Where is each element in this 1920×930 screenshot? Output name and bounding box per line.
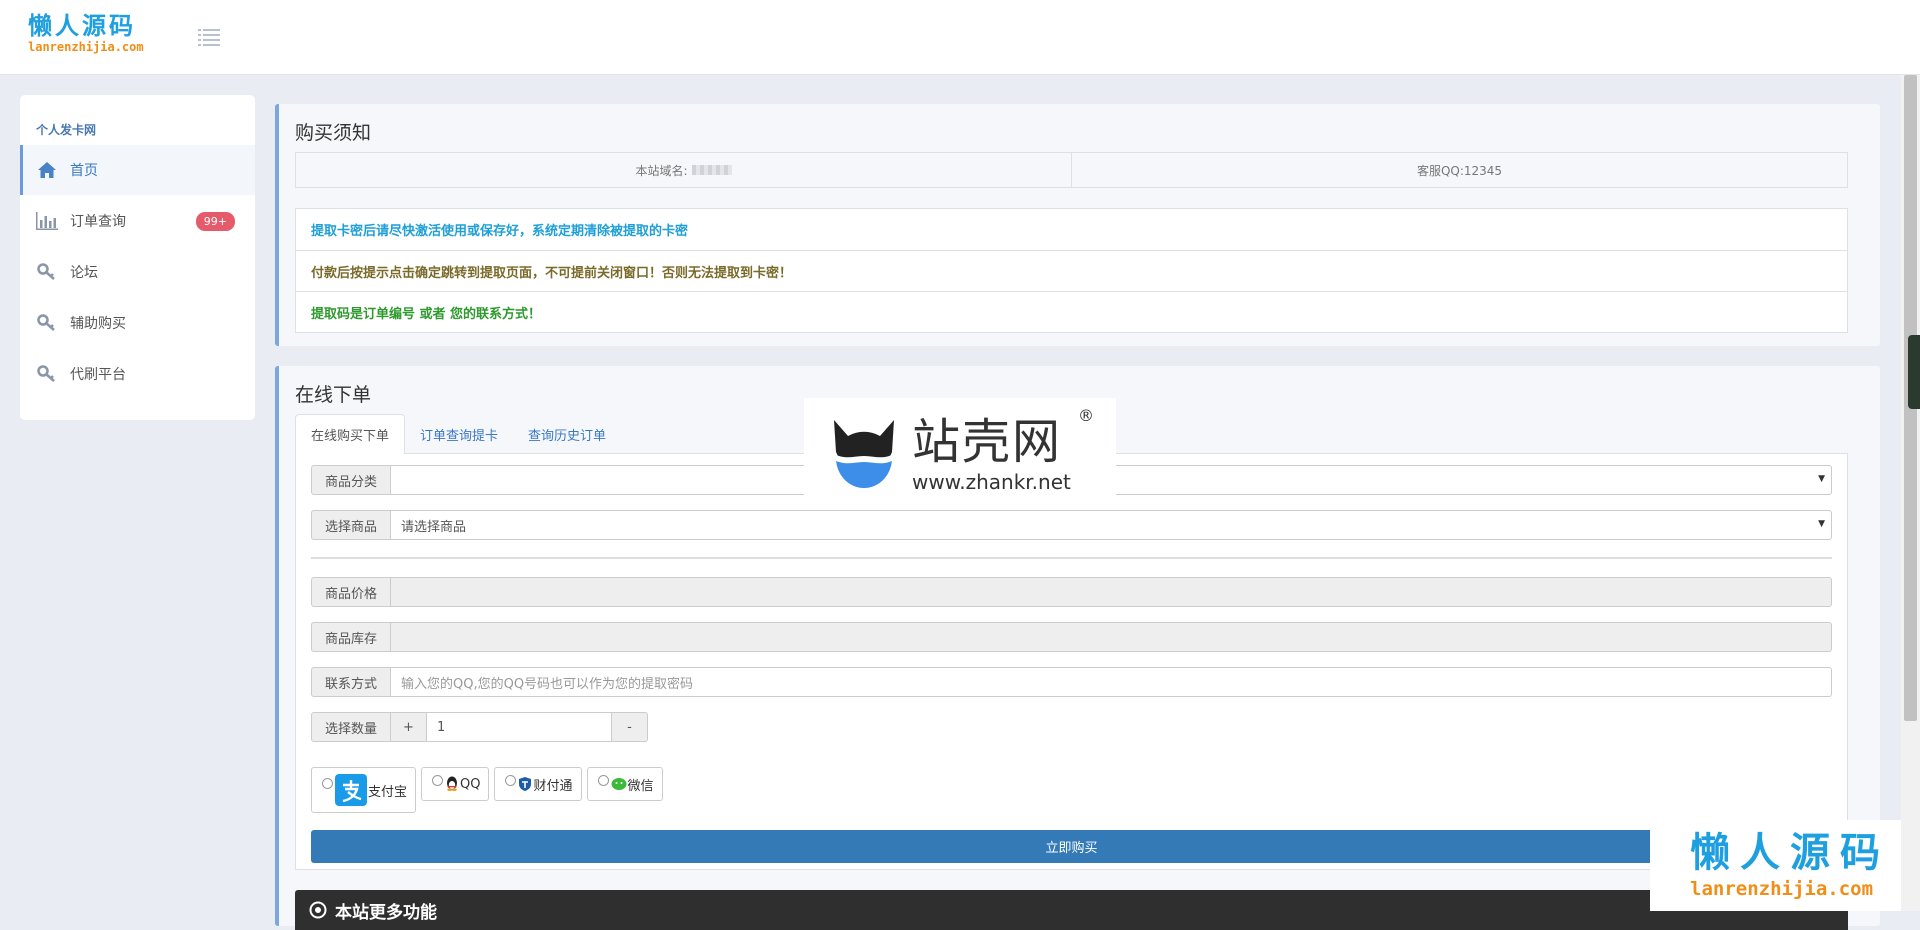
logo-text-en: lanrenzhijia.com — [28, 40, 144, 54]
watermark-cn: 站壳网 — [912, 414, 1063, 470]
alipay-icon — [335, 774, 367, 806]
list-icon[interactable] — [198, 27, 220, 47]
sidebar-item-forum[interactable]: 论坛 — [20, 247, 255, 297]
pay-option-tenpay[interactable]: 财付通 — [494, 767, 582, 801]
more-features-label: 本站更多功能 — [335, 902, 437, 923]
quantity-plus-button[interactable]: + — [391, 712, 427, 742]
pay-option-wechat[interactable]: 微信 — [586, 767, 663, 801]
notice-list: 提取卡密后请尽快激活使用或保存好，系统定期清除被提取的卡密 付款后按提示点击确定… — [295, 208, 1848, 333]
product-value: 请选择商品 — [401, 519, 467, 535]
tab-online-buy[interactable]: 在线购买下单 — [295, 414, 406, 455]
floating-side-widget[interactable] — [1908, 335, 1920, 409]
stock-label: 商品库存 — [311, 622, 391, 652]
site-domain-label: 本站域名: — [635, 163, 688, 178]
tenpay-shield-icon — [518, 776, 532, 792]
product-select[interactable]: 请选择商品 ▼ — [391, 510, 1832, 540]
sidebar-item-label: 首页 — [70, 163, 98, 179]
tab-history-orders[interactable]: 查询历史订单 — [513, 414, 621, 454]
tab-order-query[interactable]: 订单查询提卡 — [405, 414, 513, 454]
radio-button[interactable] — [322, 778, 333, 789]
sidebar-item-home[interactable]: 首页 — [20, 145, 255, 195]
stock-field — [391, 622, 1832, 652]
order-title: 在线下单 — [295, 384, 372, 406]
notice-line: 提取卡密后请尽快激活使用或保存好，系统定期清除被提取的卡密 — [311, 224, 689, 239]
cat-logo-icon — [826, 414, 902, 498]
contact-input[interactable]: 输入您的QQ,您的QQ号码也可以作为您的提取密码 — [391, 667, 1832, 697]
pay-label: 财付通 — [533, 778, 573, 794]
quantity-input[interactable]: 1 — [427, 712, 612, 742]
bar-chart-icon — [36, 210, 58, 232]
radio-button[interactable] — [597, 775, 609, 786]
pay-label: 支付宝 — [368, 784, 408, 800]
more-features-bar: 本站更多功能 — [295, 890, 1848, 930]
quantity-label: 选择数量 — [311, 712, 391, 742]
payment-options: 支付宝 QQ 财付通 微信 — [311, 767, 663, 813]
sidebar-item-order-query[interactable]: 订单查询 99+ — [20, 196, 255, 246]
form-divider — [311, 557, 1832, 559]
product-label: 选择商品 — [311, 510, 391, 540]
notice-line: 提取码是订单编号 或者 您的联系方式！ — [296, 291, 1847, 332]
sidebar-item-label: 辅助购买 — [70, 316, 126, 332]
target-icon — [309, 901, 327, 919]
buy-now-button[interactable]: 立即购买 — [311, 830, 1832, 863]
notice-line: 付款后按提示点击确定跳转到提取页面，不可提前关闭窗口！否则无法提取到卡密！ — [296, 250, 1847, 291]
contact-group: 联系方式 输入您的QQ,您的QQ号码也可以作为您的提取密码 — [311, 667, 1832, 697]
purchase-notice-panel: 购买须知 本站域名: 客服QQ:12345 提取卡密后请尽快激活使用或保存好，系… — [275, 104, 1880, 346]
sidebar-item-label: 论坛 — [70, 265, 98, 281]
qq-penguin-icon — [445, 776, 459, 792]
site-domain-blurred — [691, 165, 732, 175]
pay-label: QQ — [460, 776, 481, 792]
pay-option-qq[interactable]: QQ — [421, 767, 490, 801]
wechat-icon — [611, 777, 627, 791]
home-icon — [36, 159, 58, 181]
page-scrollbar[interactable] — [1901, 75, 1920, 911]
radio-button[interactable] — [432, 775, 444, 786]
order-form: 商品分类 ▼ 选择商品 请选择商品 ▼ 商品价格 商品库存 联系方式 输入您的Q… — [295, 454, 1848, 870]
top-header: 懒人源码 lanrenzhijia.com — [0, 0, 1920, 75]
pay-label: 微信 — [627, 778, 654, 794]
price-field — [391, 577, 1832, 607]
corner-watermark-cn: 懒人源码 — [1690, 829, 1890, 876]
service-qq-cell: 客服QQ:12345 — [1071, 153, 1847, 187]
notice-title: 购买须知 — [295, 122, 372, 144]
category-label: 商品分类 — [311, 465, 391, 495]
price-label: 商品价格 — [311, 577, 391, 607]
sidebar-item-proxy-platform[interactable]: 代刷平台 — [20, 349, 255, 399]
site-domain-cell: 本站域名: — [296, 153, 1071, 187]
sidebar-item-label: 订单查询 — [70, 214, 126, 230]
key-icon — [36, 363, 58, 385]
sidebar-title: 个人发卡网 — [36, 123, 97, 137]
radio-button[interactable] — [505, 775, 517, 786]
watermark-registered: ® — [1078, 406, 1094, 425]
corner-watermark: 懒人源码 lanrenzhijia.com — [1650, 820, 1920, 911]
quantity-minus-button[interactable]: - — [612, 712, 648, 742]
key-icon — [36, 312, 58, 334]
site-info-table: 本站域名: 客服QQ:12345 — [295, 152, 1848, 188]
contact-label: 联系方式 — [311, 667, 391, 697]
site-logo[interactable]: 懒人源码 lanrenzhijia.com — [28, 12, 158, 62]
corner-watermark-en: lanrenzhijia.com — [1690, 878, 1874, 900]
sidebar: 个人发卡网 首页 订单查询 99+ 论坛 辅助购买 代刷平台 — [20, 95, 255, 420]
key-icon — [36, 261, 58, 283]
order-count-badge: 99+ — [195, 212, 235, 231]
price-group: 商品价格 — [311, 577, 1832, 607]
dropdown-caret-icon: ▼ — [1818, 474, 1825, 484]
logo-text-cn: 懒人源码 — [28, 11, 136, 40]
sidebar-item-assist-buy[interactable]: 辅助购买 — [20, 298, 255, 348]
quantity-group: 选择数量 + 1 - — [311, 712, 648, 742]
sidebar-item-label: 代刷平台 — [70, 367, 126, 383]
zhankr-watermark: 站壳网 ® www.zhankr.net — [804, 398, 1116, 508]
dropdown-caret-icon: ▼ — [1818, 519, 1825, 529]
stock-group: 商品库存 — [311, 622, 1832, 652]
product-group: 选择商品 请选择商品 ▼ — [311, 510, 1832, 540]
watermark-url: www.zhankr.net — [912, 470, 1071, 494]
pay-option-alipay[interactable]: 支付宝 — [311, 767, 417, 813]
